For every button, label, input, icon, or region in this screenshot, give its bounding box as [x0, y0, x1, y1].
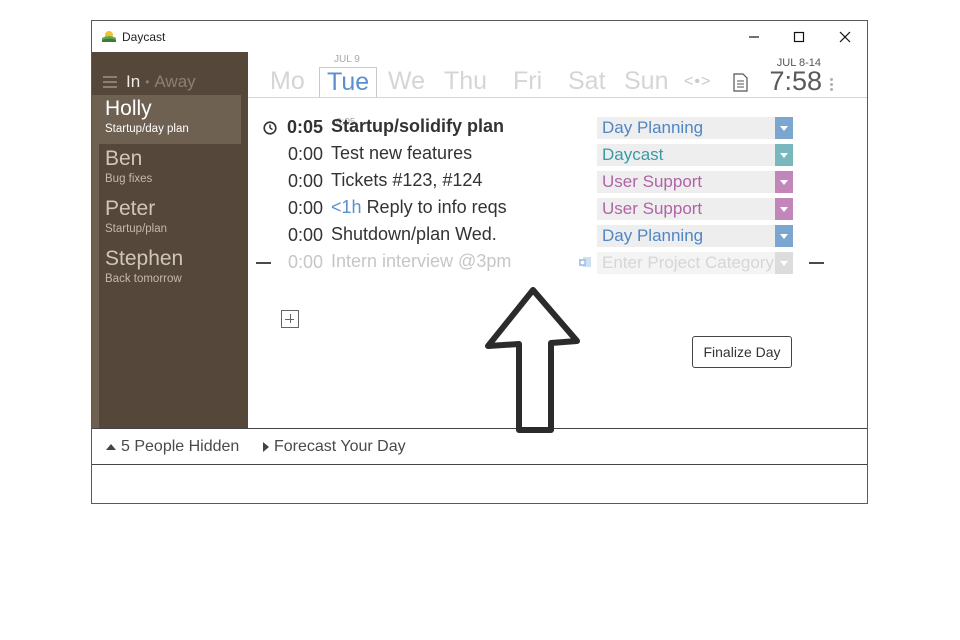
task-row[interactable]: 0:05 Startup/solidify plan Day Planning — [248, 116, 867, 140]
presence-toggle[interactable]: In • Away — [103, 72, 196, 92]
category-label: Day Planning — [602, 118, 704, 137]
person-name: Peter — [105, 197, 156, 220]
triangle-right-icon — [263, 442, 269, 452]
person-name: Stephen — [105, 247, 184, 270]
tab-sun[interactable]: Sun — [624, 67, 668, 96]
person-name: Holly — [105, 97, 152, 120]
maximize-button[interactable] — [785, 26, 813, 48]
tab-thu[interactable]: Thu — [444, 67, 487, 96]
arrow-up-icon — [485, 287, 580, 433]
chevron-down-icon[interactable] — [775, 117, 793, 139]
task-time: 0:00 — [287, 198, 323, 218]
more-options-icon[interactable] — [830, 78, 833, 91]
task-title[interactable]: <1h Reply to info reqs — [331, 197, 507, 218]
forecast-label: Forecast Your Day — [274, 438, 406, 455]
app-window: Daycast In • Away Holly Startup/day plan… — [91, 20, 868, 504]
person-name: Ben — [105, 147, 143, 170]
task-time: 0:00 — [287, 171, 323, 191]
category-select[interactable]: Enter Project Category — [597, 252, 793, 274]
task-title-text: Reply to info reqs — [366, 197, 507, 217]
task-time: 0:00 — [287, 225, 323, 245]
tab-mo[interactable]: Mo — [270, 67, 305, 96]
task-row[interactable]: 0:00 <1h Reply to info reqs User Support — [248, 197, 867, 221]
maximize-icon — [793, 31, 805, 43]
forecast-toggle[interactable]: Forecast Your Day — [263, 438, 406, 456]
chevron-down-icon[interactable] — [775, 252, 793, 274]
chevron-down-icon[interactable] — [775, 144, 793, 166]
task-time: 0:00 — [287, 144, 323, 164]
finalize-day-button[interactable]: Finalize Day — [692, 336, 792, 368]
week-nav-arrows[interactable]: <•> — [684, 73, 711, 91]
clock-display: 7:58 — [769, 66, 822, 96]
category-select[interactable]: Daycast — [597, 144, 793, 166]
person-holly[interactable]: Holly Startup/day plan — [99, 95, 241, 144]
daycast-logo-icon — [102, 31, 116, 42]
task-row[interactable]: 0:00 Test new features Daycast — [248, 143, 867, 167]
header-divider — [248, 97, 867, 98]
task-title[interactable]: Tickets #123, #124 — [331, 170, 482, 191]
menu-icon[interactable] — [103, 76, 117, 88]
title-bar: Daycast — [92, 21, 867, 52]
sidebar-accent-strip — [92, 95, 99, 428]
category-label: User Support — [602, 199, 703, 218]
task-title[interactable]: Startup/solidify plan — [331, 116, 504, 137]
task-row-dragging[interactable]: 0:00 Intern interview @3pm Enter Project… — [248, 251, 867, 275]
task-title[interactable]: Intern interview @3pm — [331, 251, 511, 272]
category-label: Daycast — [602, 145, 664, 164]
calendar-event-icon — [579, 257, 591, 267]
task-estimate: <1h — [331, 197, 362, 217]
footer-divider-top — [92, 428, 867, 429]
people-hidden-toggle[interactable]: 5 People Hidden — [106, 438, 239, 456]
task-row[interactable]: 0:00 Shutdown/plan Wed. Day Planning — [248, 224, 867, 248]
person-status: Startup/day plan — [105, 123, 189, 135]
people-hidden-label: 5 People Hidden — [121, 438, 240, 455]
drag-marker-right — [809, 262, 824, 264]
person-stephen[interactable]: Stephen Back tomorrow — [99, 245, 241, 294]
people-sidebar: In • Away Holly Startup/day plan Ben Bug… — [92, 52, 248, 428]
chevron-down-icon[interactable] — [775, 198, 793, 220]
person-status: Bug fixes — [105, 173, 153, 185]
category-select[interactable]: Day Planning — [597, 225, 793, 247]
document-icon[interactable] — [733, 73, 748, 92]
presence-separator: • — [145, 75, 150, 89]
category-label: Day Planning — [602, 226, 704, 245]
tab-sat[interactable]: Sat — [568, 67, 606, 96]
person-ben[interactable]: Ben Bug fixes — [99, 145, 241, 194]
selected-date-note: JUL 9 — [334, 54, 360, 65]
close-button[interactable] — [831, 26, 859, 48]
minimize-button[interactable] — [740, 26, 768, 48]
presence-in-label[interactable]: In — [126, 72, 140, 92]
footer-divider-bottom — [92, 464, 867, 465]
presence-away-label[interactable]: Away — [154, 72, 195, 92]
tab-we[interactable]: We — [388, 67, 425, 96]
add-task-button[interactable] — [281, 310, 299, 328]
task-row[interactable]: 0:00 Tickets #123, #124 User Support — [248, 170, 867, 194]
task-title[interactable]: Test new features — [331, 143, 472, 164]
person-status: Startup/plan — [105, 223, 168, 235]
window-title: Daycast — [122, 30, 166, 44]
chevron-down-icon[interactable] — [775, 171, 793, 193]
minimize-icon — [749, 36, 759, 38]
tab-tue[interactable]: Tue — [319, 67, 378, 97]
category-placeholder: Enter Project Category — [602, 253, 774, 272]
task-title[interactable]: Shutdown/plan Wed. — [331, 224, 497, 245]
category-label: User Support — [602, 172, 703, 191]
tab-fri[interactable]: Fri — [513, 67, 542, 96]
category-select[interactable]: User Support — [597, 198, 793, 220]
chevron-down-icon[interactable] — [775, 225, 793, 247]
close-icon — [839, 31, 851, 43]
person-peter[interactable]: Peter Startup/plan — [99, 195, 241, 244]
category-select[interactable]: User Support — [597, 171, 793, 193]
person-status: Back tomorrow — [105, 273, 182, 285]
triangle-up-icon — [106, 444, 116, 450]
category-select[interactable]: Day Planning — [597, 117, 793, 139]
task-time: 0:00 — [287, 252, 323, 272]
task-time: 0:05 — [286, 117, 323, 137]
